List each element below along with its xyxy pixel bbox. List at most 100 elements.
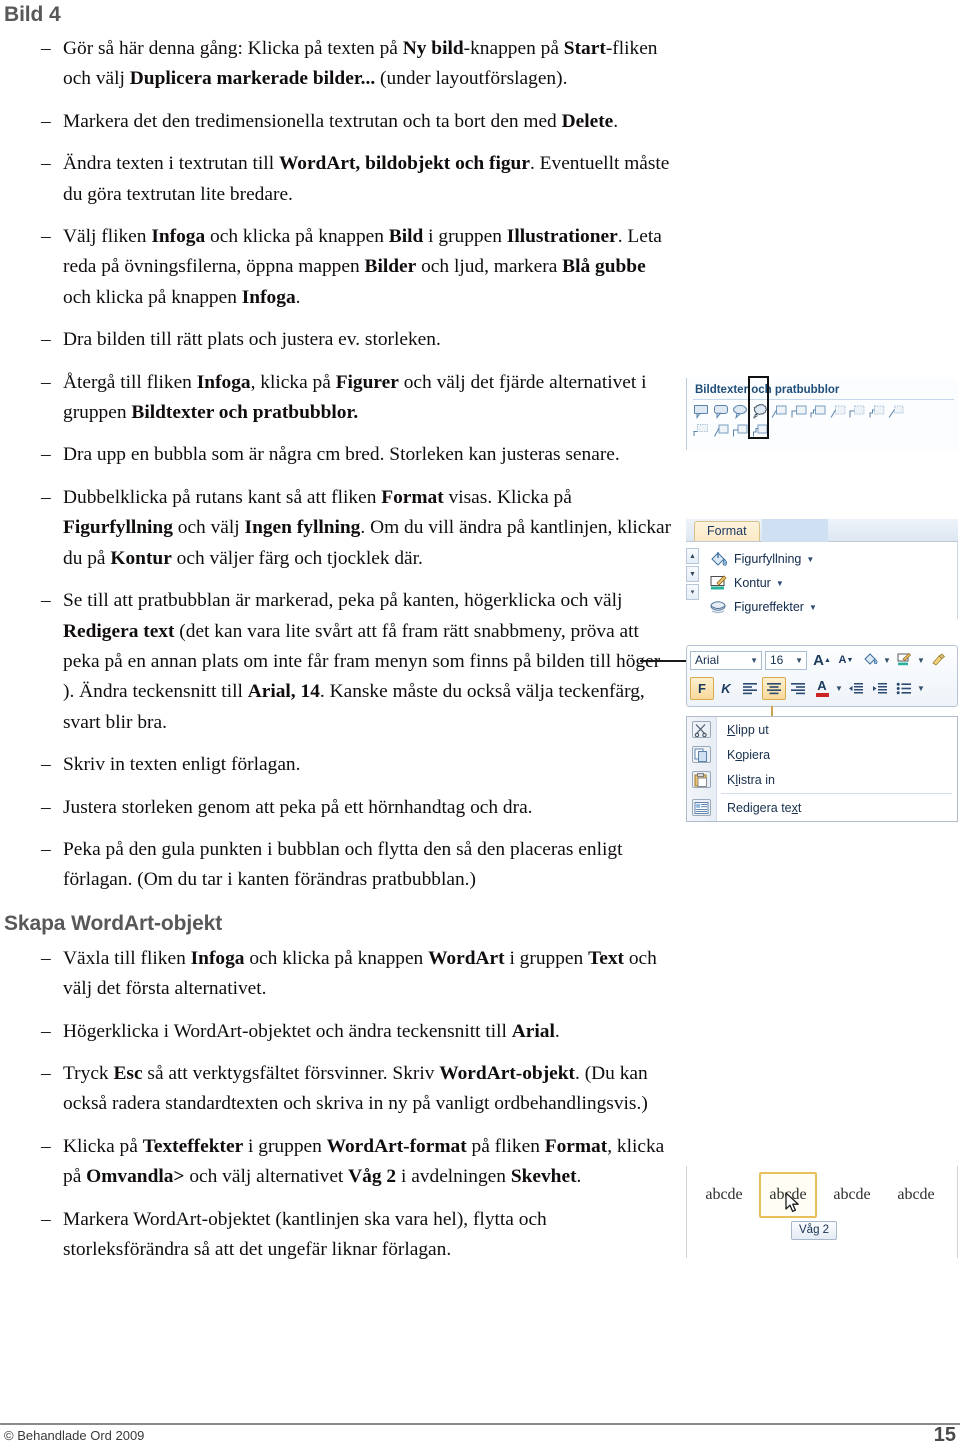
instruction-bullet: – Dra upp en bubbla som är några cm bred.…: [0, 440, 672, 470]
menu-separator: [721, 793, 952, 794]
bullet-text: Växla till fliken Infoga och klicka på k…: [63, 947, 657, 1000]
body-text-column: – Gör så här denna gång: Klicka på texten…: [0, 0, 672, 1277]
bold-button[interactable]: F: [690, 676, 714, 700]
bullet-text: Skriv in texten enligt förlagan.: [63, 754, 301, 776]
italic-button[interactable]: K: [714, 677, 738, 700]
callout-shape-icon[interactable]: [869, 404, 886, 419]
chevron-down-icon[interactable]: ▼: [916, 684, 926, 693]
instruction-bullet: – Peka på den gula punkten i bubblan och …: [0, 835, 672, 896]
screenshot-wordart-transform-gallery: abcdeabcdeabcdeabcde Våg 2: [686, 1166, 958, 1258]
footer-divider: [0, 1423, 960, 1425]
chevron-down-icon[interactable]: ▼: [806, 555, 814, 564]
chevron-down-icon[interactable]: ▼: [809, 603, 817, 612]
callout-shape-icon[interactable]: [752, 423, 769, 438]
scroll-up-icon[interactable]: ▲: [686, 548, 699, 564]
callout-shape-icon[interactable]: [732, 404, 749, 419]
context-menu-item-label: Klipp ut: [727, 722, 769, 737]
bold-label: F: [698, 680, 706, 696]
callout-shape-icon[interactable]: [810, 404, 827, 419]
chevron-down-icon[interactable]: ▼: [882, 656, 892, 665]
callout-shape-icon[interactable]: [849, 404, 866, 419]
bullet-text: Dra upp en bubbla som är några cm bred. …: [63, 444, 620, 466]
callout-shape-icon[interactable]: [752, 403, 769, 419]
bullet-dash: –: [41, 486, 51, 508]
scroll-down-icon[interactable]: ▼: [686, 566, 699, 582]
font-size-field[interactable]: 16 ▼: [765, 650, 807, 670]
font-size-value: 16: [770, 653, 784, 667]
instruction-bullet: – Ändra texten i textrutan till WordArt, …: [0, 149, 672, 210]
bullet-dash: –: [41, 1208, 51, 1230]
callout-shape-icon[interactable]: [713, 423, 730, 438]
chevron-down-icon[interactable]: ▼: [795, 656, 803, 665]
paint-bucket-icon: [708, 550, 730, 569]
text-highlight-icon[interactable]: [858, 649, 882, 672]
callout-shape-icon[interactable]: [791, 404, 808, 419]
context-menu-item[interactable]: Klipp ut: [687, 717, 957, 742]
wordart-transform-sample[interactable]: abcde: [887, 1172, 945, 1218]
callout-shape-icon[interactable]: [693, 423, 710, 438]
align-right-icon[interactable]: [786, 677, 810, 700]
decrease-indent-icon[interactable]: [844, 677, 868, 700]
wordart-tooltip: Våg 2: [791, 1221, 838, 1240]
align-left-icon[interactable]: [738, 677, 762, 700]
context-menu-item[interactable]: Kopiera: [687, 742, 957, 767]
shape-grid: [687, 403, 958, 438]
increase-indent-icon[interactable]: [868, 677, 892, 700]
callout-shape-icon[interactable]: [713, 404, 730, 419]
section-heading-wordart: Skapa WordArt-objekt: [4, 911, 223, 935]
bullet-text: Justera storleken genom att peka på ett …: [63, 796, 533, 818]
instruction-bullet: – Tryck Esc så att verktygsfältet försvin…: [0, 1059, 672, 1120]
chevron-down-icon[interactable]: ▼: [834, 684, 844, 693]
gallery-scroll-spinners[interactable]: ▲ ▼ ▾: [686, 548, 700, 602]
instruction-bullet: – Justera storleken genom att peka på ett…: [0, 793, 672, 823]
page-number: 15: [933, 1424, 956, 1446]
callout-shape-icon[interactable]: [693, 404, 710, 419]
font-name-field[interactable]: Arial ▼: [690, 650, 762, 670]
context-menu-item[interactable]: Redigera text: [687, 795, 957, 820]
tab-format[interactable]: Format: [694, 521, 760, 541]
font-color-swatch: [815, 693, 829, 697]
bullet-dash: –: [41, 153, 51, 175]
bullet-dash: –: [41, 329, 51, 351]
bullet-text: Tryck Esc så att verktygsfältet försvinn…: [63, 1062, 648, 1115]
shrink-font-icon[interactable]: A ▼: [834, 649, 858, 672]
button-kontur[interactable]: Kontur ▼: [686, 571, 957, 595]
format-painter-icon[interactable]: [926, 649, 950, 672]
button-figurfyllning[interactable]: Figurfyllning ▼: [686, 547, 957, 571]
context-menu-items: Klipp ut Kopiera Klistra in Redigera text: [687, 717, 957, 820]
instruction-bullet: – Skriv in texten enligt förlagan.: [0, 750, 672, 780]
bullet-text: Markera det den tredimensionella textrut…: [63, 110, 619, 132]
bullet-text: Gör så här denna gång: Klicka på texten …: [63, 38, 658, 90]
bullet-dash: –: [41, 444, 51, 466]
bullets-icon[interactable]: [892, 677, 916, 700]
mini-toolbar-row-1: Arial ▼ 16 ▼ A ▲ A ▼ ▼ ▼: [687, 646, 957, 674]
context-menu-item[interactable]: Klistra in: [687, 767, 957, 792]
bullet-text: Återgå till fliken Infoga, klicka på Fig…: [63, 371, 647, 424]
grow-font-icon[interactable]: A ▲: [810, 649, 834, 672]
shape-row: [693, 422, 958, 438]
instruction-bullet: – Dubbelklicka på rutans kant så att flik…: [0, 483, 672, 574]
font-color-button[interactable]: A: [810, 677, 834, 700]
callout-shape-icon[interactable]: [830, 404, 847, 419]
bullet-text: Klicka på Texteffekter i gruppen WordArt…: [63, 1135, 665, 1188]
callout-shape-icon[interactable]: [771, 404, 788, 419]
bullet-text: Ändra texten i textrutan till WordArt, b…: [63, 153, 670, 205]
callout-shape-icon[interactable]: [732, 423, 749, 438]
screenshot-callout-shape-gallery: Bildtexter och pratbubblor: [686, 376, 958, 450]
instruction-bullet: – Återgå till fliken Infoga, klicka på Fi…: [0, 368, 672, 429]
wordart-sample-row: abcdeabcdeabcdeabcde: [687, 1166, 957, 1224]
chevron-down-icon[interactable]: ▼: [750, 656, 758, 665]
chevron-down-icon[interactable]: ▼: [916, 656, 926, 665]
align-center-icon[interactable]: [762, 676, 786, 700]
chevron-down-icon[interactable]: ▼: [776, 579, 784, 588]
bullet-text: Se till att pratbubblan är markerad, pek…: [63, 590, 661, 733]
bullet-dash: –: [41, 947, 51, 969]
wordart-transform-sample[interactable]: abcde: [695, 1172, 753, 1218]
wordart-transform-sample[interactable]: abcde: [823, 1172, 881, 1218]
more-icon[interactable]: ▾: [686, 584, 699, 600]
bullet-text: Dubbelklicka på rutans kant så att flike…: [63, 486, 672, 569]
button-figureffekter[interactable]: Figureffekter ▼: [686, 595, 957, 619]
shape-outline-icon: [708, 574, 730, 593]
font-color-picker-icon[interactable]: [892, 649, 916, 672]
callout-shape-icon[interactable]: [888, 404, 905, 419]
